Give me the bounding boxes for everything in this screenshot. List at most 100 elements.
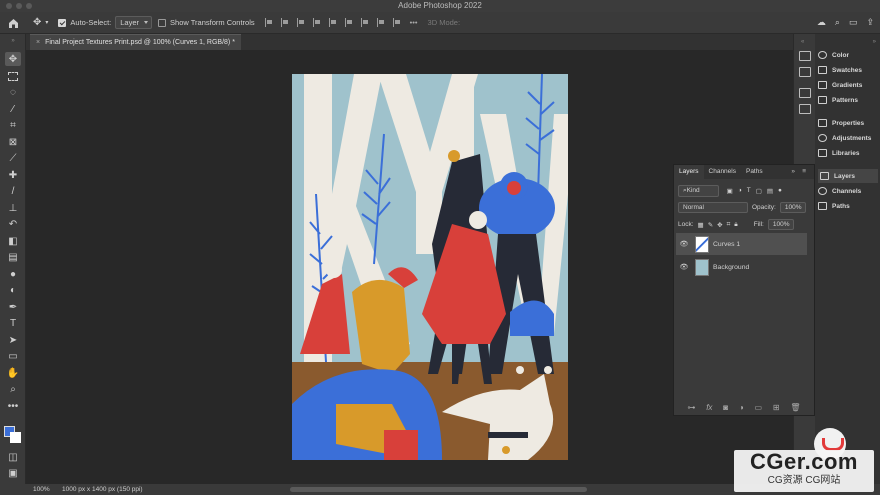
align-top-icon[interactable] xyxy=(312,18,322,27)
folder-icon[interactable]: ▭ xyxy=(755,403,763,412)
window-controls[interactable] xyxy=(6,3,32,9)
auto-select-checkbox[interactable] xyxy=(58,18,67,27)
panel-paths[interactable]: Paths xyxy=(818,199,850,213)
move-tool-icon[interactable]: ✥ xyxy=(5,52,21,66)
magic-wand-tool-icon[interactable]: ⁄ xyxy=(5,102,21,116)
pen-tool-icon[interactable]: ✒ xyxy=(5,300,21,314)
link-icon[interactable]: ⊶ xyxy=(687,403,695,412)
workspace-icon[interactable]: ▭ xyxy=(849,17,858,28)
eraser-tool-icon[interactable]: ◧ xyxy=(5,234,21,248)
distribute-icon[interactable] xyxy=(360,18,370,27)
type-tool-icon[interactable]: T xyxy=(5,316,21,330)
gradient-tool-icon[interactable]: ▤ xyxy=(5,250,21,264)
filter-pixel-icon[interactable]: ▣ xyxy=(727,187,733,195)
quick-mask-icon[interactable]: ◫ xyxy=(5,450,21,464)
align-bottom-icon[interactable] xyxy=(344,18,354,27)
layer-row-background[interactable]: 👁︎ Background xyxy=(676,256,807,278)
filter-smart-icon[interactable]: ▤ xyxy=(767,187,773,195)
close-tab-icon[interactable]: × xyxy=(36,39,40,46)
auto-select-target-dropdown[interactable]: Layer xyxy=(115,16,153,29)
filter-adjustment-icon[interactable]: ◑ xyxy=(738,187,742,195)
brushes-panel-icon[interactable] xyxy=(799,104,811,114)
panel-layers[interactable]: Layers xyxy=(818,169,878,183)
tab-paths[interactable]: Paths xyxy=(741,165,768,179)
panel-properties[interactable]: Properties xyxy=(818,116,864,130)
mask-icon[interactable]: ◙ xyxy=(723,403,728,412)
document-tab[interactable]: × Final Project Textures Print.psd @ 100%… xyxy=(30,34,241,50)
distribute-v-icon[interactable] xyxy=(392,18,402,27)
move-tool-preset[interactable]: ✥ ▾ xyxy=(33,17,48,28)
brush-settings-icon[interactable] xyxy=(799,88,811,98)
visibility-eye-icon[interactable]: 👁︎ xyxy=(679,240,689,248)
adjustment-icon[interactable]: ◑ xyxy=(739,403,744,412)
document-canvas[interactable] xyxy=(292,74,568,460)
panel-adjustments-label: Adjustments xyxy=(832,134,872,142)
healing-brush-tool-icon[interactable]: ✚ xyxy=(5,168,21,182)
trash-icon[interactable]: 🗑︎ xyxy=(790,403,800,412)
cloud-icon[interactable]: ☁ xyxy=(817,17,826,28)
fx-icon[interactable]: fx xyxy=(706,403,712,412)
filter-shape-icon[interactable]: ▢ xyxy=(756,187,762,195)
distribute-h-icon[interactable] xyxy=(376,18,386,27)
rectangle-tool-icon[interactable]: ▭ xyxy=(5,349,21,363)
panel-swatches[interactable]: Swatches xyxy=(818,63,862,77)
lock-transparent-icon[interactable]: ▦ xyxy=(698,221,704,229)
panel-channels[interactable]: Channels xyxy=(818,184,861,198)
history-panel-icon[interactable] xyxy=(799,51,811,61)
brush-tool-icon[interactable]: / xyxy=(5,184,21,198)
align-hcenter-icon[interactable] xyxy=(280,18,290,27)
toolbar-collapse-icon[interactable]: » xyxy=(5,38,21,44)
filter-toggle-icon[interactable]: ● xyxy=(778,187,782,195)
eyedropper-tool-icon[interactable]: ⟋ xyxy=(5,151,21,165)
hand-tool-icon[interactable]: ✋ xyxy=(5,366,21,380)
background-color-swatch[interactable] xyxy=(10,432,21,443)
marquee-tool-icon[interactable] xyxy=(5,69,21,83)
more-options-icon[interactable]: ••• xyxy=(410,18,418,27)
home-button[interactable] xyxy=(8,18,19,28)
new-layer-icon[interactable]: ⊞ xyxy=(773,403,780,412)
layer-row-curves[interactable]: 👁︎ Curves 1 xyxy=(676,233,807,255)
edit-toolbar-icon[interactable]: ••• xyxy=(5,399,21,413)
history-brush-tool-icon[interactable]: ↶ xyxy=(5,217,21,231)
crop-tool-icon[interactable]: ⌗ xyxy=(5,118,21,132)
tab-layers[interactable]: Layers xyxy=(674,165,704,179)
lasso-tool-icon[interactable]: ◌ xyxy=(5,85,21,99)
curves-adjustment-thumbnail xyxy=(695,235,709,253)
screen-mode-icon[interactable]: ▣ xyxy=(5,466,21,480)
frame-tool-icon[interactable]: ⊠ xyxy=(5,135,21,149)
dodge-tool-icon[interactable]: ◐ xyxy=(5,283,21,297)
horizontal-scrollbar[interactable] xyxy=(290,487,587,492)
panel-libraries[interactable]: Libraries xyxy=(818,146,859,160)
visibility-eye-icon[interactable]: 👁︎ xyxy=(679,263,689,271)
show-transform-checkbox[interactable] xyxy=(158,18,167,27)
opacity-input[interactable]: 100% xyxy=(779,202,807,213)
filter-type-icon[interactable]: T xyxy=(747,187,751,195)
align-left-icon[interactable] xyxy=(264,18,274,27)
lock-position-icon[interactable]: ✥ xyxy=(717,221,722,229)
panel-gradients[interactable]: Gradients xyxy=(818,78,862,92)
panel-color[interactable]: Color xyxy=(818,48,849,62)
align-vcenter-icon[interactable] xyxy=(328,18,338,27)
blur-tool-icon[interactable]: ● xyxy=(5,267,21,281)
zoom-level[interactable]: 100% xyxy=(33,484,50,495)
align-right-icon[interactable] xyxy=(296,18,306,27)
document-info[interactable]: 1000 px x 1400 px (150 ppi) xyxy=(62,484,143,495)
panel-patterns[interactable]: Patterns xyxy=(818,93,858,107)
panel-collapse-icon[interactable]: » xyxy=(873,39,876,45)
filter-kind-dropdown[interactable]: ⌕Kind xyxy=(678,185,719,197)
path-selection-tool-icon[interactable]: ➤ xyxy=(5,333,21,347)
lock-artboard-icon[interactable]: ⌗ xyxy=(727,221,731,229)
blend-mode-dropdown[interactable]: Normal xyxy=(678,202,748,213)
properties-panel-icon[interactable] xyxy=(799,67,811,77)
search-icon[interactable]: ⌕ xyxy=(835,17,840,28)
lock-all-icon[interactable]: 🔒︎ xyxy=(734,221,737,229)
lock-image-icon[interactable]: ✎ xyxy=(708,221,713,229)
tab-channels[interactable]: Channels xyxy=(704,165,741,179)
strip-collapse-icon[interactable]: « xyxy=(801,39,804,45)
clone-stamp-tool-icon[interactable]: ⊥ xyxy=(5,201,21,215)
zoom-tool-icon[interactable]: ⌕ xyxy=(5,382,21,396)
fill-input[interactable]: 100% xyxy=(767,219,795,230)
panel-menu-icon[interactable]: ≡ xyxy=(797,165,811,179)
share-icon[interactable]: ⇪ xyxy=(866,17,874,28)
panel-adjustments[interactable]: Adjustments xyxy=(818,131,871,145)
